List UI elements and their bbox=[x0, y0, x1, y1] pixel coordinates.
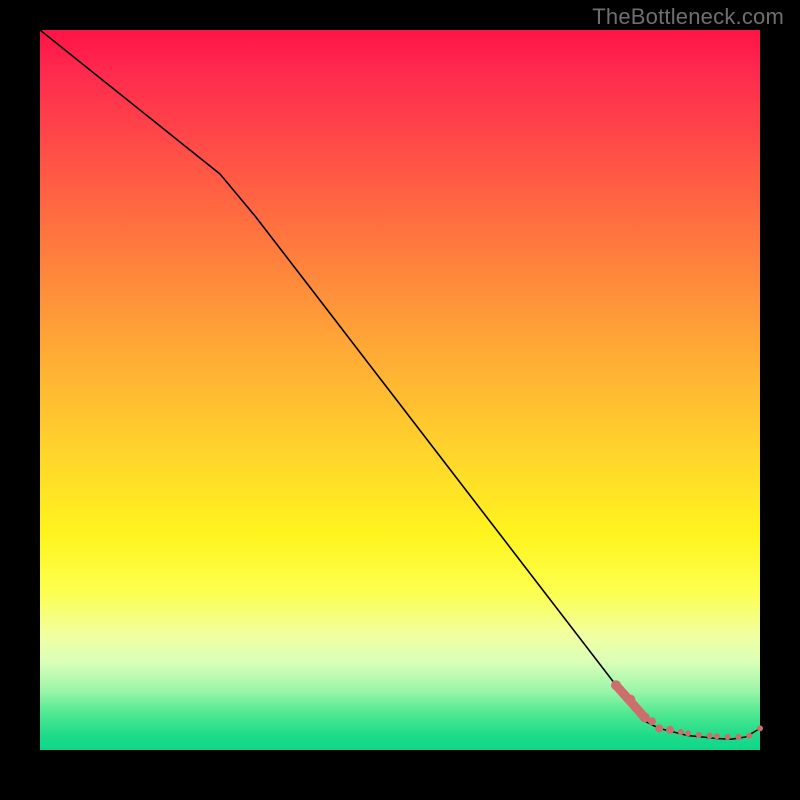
marker-dot bbox=[746, 733, 752, 739]
chart-frame: TheBottleneck.com bbox=[0, 0, 800, 800]
plot-area bbox=[40, 30, 760, 750]
marker-dot bbox=[707, 733, 713, 739]
marker-dot bbox=[696, 732, 702, 738]
marker-dot bbox=[666, 726, 674, 734]
marker-dot bbox=[625, 695, 635, 705]
marker-dot bbox=[685, 730, 691, 736]
bottleneck-curve bbox=[40, 30, 760, 739]
marker-dot bbox=[714, 733, 720, 739]
marker-dot bbox=[611, 680, 621, 690]
marker-group bbox=[611, 680, 763, 740]
marker-dot bbox=[725, 734, 731, 740]
marker-dot bbox=[757, 725, 763, 731]
marker-dot bbox=[735, 734, 741, 740]
chart-svg bbox=[40, 30, 760, 750]
branding-watermark: TheBottleneck.com bbox=[592, 4, 784, 30]
marker-dot bbox=[648, 717, 656, 725]
marker-dot bbox=[678, 729, 684, 735]
marker-dot bbox=[655, 724, 663, 732]
